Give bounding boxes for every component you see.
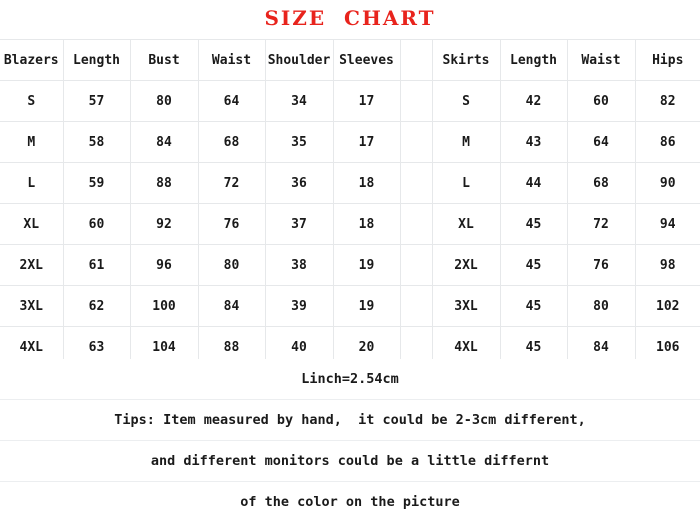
page-title: SIZE CHART xyxy=(0,6,700,30)
cell-blazer-length: 61 xyxy=(63,245,130,286)
cell-blazer-length: 62 xyxy=(63,286,130,327)
header-blazers: Blazers xyxy=(0,40,63,81)
table-row: 2XL 61 96 80 38 19 2XL 45 76 98 xyxy=(0,245,700,286)
header-skirts: Skirts xyxy=(432,40,500,81)
cell-skirt-size: M xyxy=(432,122,500,163)
cell-blazer-sleeves: 19 xyxy=(333,286,400,327)
cell-skirt-hips: 82 xyxy=(635,81,700,122)
cell-blazer-waist: 80 xyxy=(198,245,265,286)
cell-skirt-size: 3XL xyxy=(432,286,500,327)
header-spacer xyxy=(400,40,432,81)
header-skirts-length: Length xyxy=(500,40,567,81)
cell-blazer-length: 60 xyxy=(63,204,130,245)
cell-skirt-hips: 98 xyxy=(635,245,700,286)
cell-blazer-size: XL xyxy=(0,204,63,245)
cell-blazer-length: 57 xyxy=(63,81,130,122)
header-blazers-waist: Waist xyxy=(198,40,265,81)
cell-skirt-hips: 86 xyxy=(635,122,700,163)
cell-blazer-size: 3XL xyxy=(0,286,63,327)
note-row-tips-2: and different monitors could be a little… xyxy=(0,441,700,482)
cell-blazer-bust: 100 xyxy=(130,286,198,327)
cell-blazer-bust: 84 xyxy=(130,122,198,163)
cell-skirt-length: 43 xyxy=(500,122,567,163)
cell-spacer xyxy=(400,286,432,327)
cell-blazer-waist: 76 xyxy=(198,204,265,245)
table-row: XL 60 92 76 37 18 XL 45 72 94 xyxy=(0,204,700,245)
header-skirts-waist: Waist xyxy=(567,40,635,81)
table-header-row: Blazers Length Bust Waist Shoulder Sleev… xyxy=(0,40,700,81)
table-row: M 58 84 68 35 17 M 43 64 86 xyxy=(0,122,700,163)
header-blazers-sleeves: Sleeves xyxy=(333,40,400,81)
cell-skirt-length: 45 xyxy=(500,204,567,245)
size-chart-page: SIZE CHART Blazers Length Bust Waist Sho… xyxy=(0,0,700,515)
table-row: S 57 80 64 34 17 S 42 60 82 xyxy=(0,81,700,122)
tips-line-1: Tips: Item measured by hand, it could be… xyxy=(0,400,700,441)
header-blazers-length: Length xyxy=(63,40,130,81)
table-row: 3XL 62 100 84 39 19 3XL 45 80 102 xyxy=(0,286,700,327)
cell-blazer-size: S xyxy=(0,81,63,122)
cell-blazer-sleeves: 17 xyxy=(333,122,400,163)
cell-skirt-length: 44 xyxy=(500,163,567,204)
cell-skirt-length: 45 xyxy=(500,286,567,327)
cell-spacer xyxy=(400,245,432,286)
cell-spacer xyxy=(400,204,432,245)
cell-blazer-sleeves: 19 xyxy=(333,245,400,286)
cell-skirt-waist: 68 xyxy=(567,163,635,204)
cell-skirt-waist: 60 xyxy=(567,81,635,122)
cell-skirt-waist: 76 xyxy=(567,245,635,286)
tips-line-3: of the color on the picture xyxy=(0,482,700,522)
tips-line-2: and different monitors could be a little… xyxy=(0,441,700,482)
cell-blazer-sleeves: 18 xyxy=(333,204,400,245)
cell-blazer-waist: 72 xyxy=(198,163,265,204)
cell-blazer-size: L xyxy=(0,163,63,204)
cell-blazer-size: M xyxy=(0,122,63,163)
cell-blazer-bust: 92 xyxy=(130,204,198,245)
cell-blazer-shoulder: 35 xyxy=(265,122,333,163)
cell-blazer-bust: 96 xyxy=(130,245,198,286)
cell-blazer-shoulder: 36 xyxy=(265,163,333,204)
note-row-tips-3: of the color on the picture xyxy=(0,482,700,522)
unit-conversion-note: Linch=2.54cm xyxy=(0,359,700,400)
cell-blazer-waist: 64 xyxy=(198,81,265,122)
cell-skirt-size: L xyxy=(432,163,500,204)
header-blazers-bust: Bust xyxy=(130,40,198,81)
cell-spacer xyxy=(400,122,432,163)
cell-blazer-size: 2XL xyxy=(0,245,63,286)
cell-skirt-hips: 102 xyxy=(635,286,700,327)
cell-blazer-sleeves: 17 xyxy=(333,81,400,122)
cell-blazer-waist: 84 xyxy=(198,286,265,327)
cell-skirt-length: 45 xyxy=(500,245,567,286)
header-blazers-shoulder: Shoulder xyxy=(265,40,333,81)
cell-skirt-length: 42 xyxy=(500,81,567,122)
cell-blazer-shoulder: 38 xyxy=(265,245,333,286)
cell-spacer xyxy=(400,81,432,122)
cell-skirt-size: S xyxy=(432,81,500,122)
cell-blazer-bust: 88 xyxy=(130,163,198,204)
cell-blazer-length: 58 xyxy=(63,122,130,163)
header-skirts-hips: Hips xyxy=(635,40,700,81)
cell-skirt-size: 2XL xyxy=(432,245,500,286)
cell-blazer-shoulder: 37 xyxy=(265,204,333,245)
table-row: L 59 88 72 36 18 L 44 68 90 xyxy=(0,163,700,204)
size-chart-table: Blazers Length Bust Waist Shoulder Sleev… xyxy=(0,39,700,368)
cell-blazer-shoulder: 34 xyxy=(265,81,333,122)
cell-spacer xyxy=(400,163,432,204)
cell-skirt-waist: 64 xyxy=(567,122,635,163)
cell-skirt-waist: 80 xyxy=(567,286,635,327)
cell-skirt-hips: 90 xyxy=(635,163,700,204)
note-row-unit: Linch=2.54cm xyxy=(0,359,700,400)
cell-skirt-waist: 72 xyxy=(567,204,635,245)
cell-skirt-hips: 94 xyxy=(635,204,700,245)
cell-blazer-bust: 80 xyxy=(130,81,198,122)
cell-skirt-size: XL xyxy=(432,204,500,245)
cell-blazer-sleeves: 18 xyxy=(333,163,400,204)
cell-blazer-shoulder: 39 xyxy=(265,286,333,327)
cell-blazer-waist: 68 xyxy=(198,122,265,163)
cell-blazer-length: 59 xyxy=(63,163,130,204)
footer-notes: Linch=2.54cm Tips: Item measured by hand… xyxy=(0,359,700,522)
note-row-tips-1: Tips: Item measured by hand, it could be… xyxy=(0,400,700,441)
